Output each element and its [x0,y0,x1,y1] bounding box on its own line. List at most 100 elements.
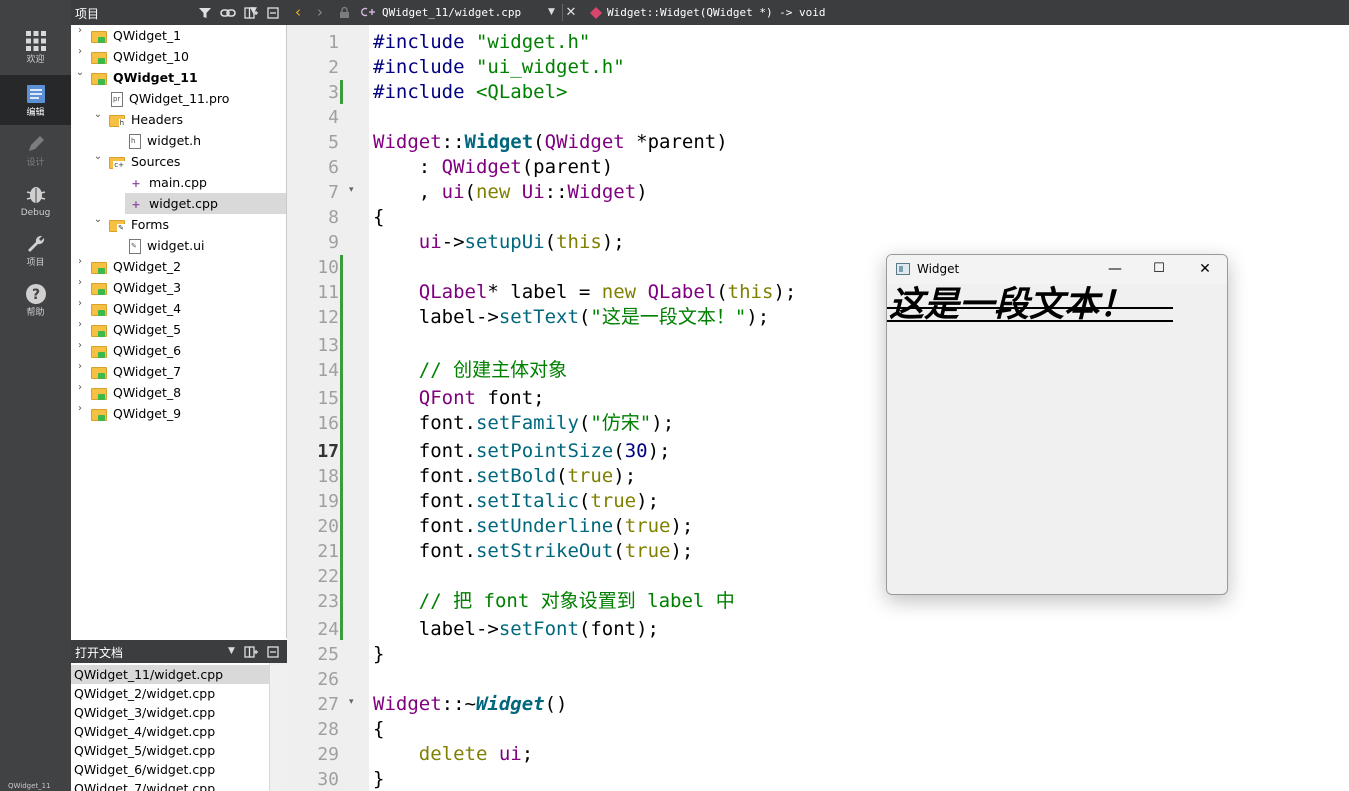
chevron-right-icon[interactable]: › [75,361,85,382]
active-project-label[interactable]: QWidget_11 [0,782,71,791]
bug-icon [26,187,45,203]
tree-item-sources[interactable]: c+ Sources [109,151,180,172]
code-line: label->setFont(font); [373,618,659,640]
chevron-down-icon[interactable]: ⌄ [93,214,103,235]
tree-item-project[interactable]: QWidget_3 [91,277,181,298]
chevron-right-icon[interactable]: › [75,319,85,340]
tree-item-active-project[interactable]: QWidget_11 [91,67,198,88]
open-document-item[interactable]: QWidget_4/widget.cpp [71,722,269,741]
tree-item-label: QWidget_9 [113,406,182,421]
chevron-right-icon[interactable]: › [75,298,85,319]
line-number: 1 [328,32,339,53]
grid-icon [25,31,46,51]
open-document-item[interactable]: QWidget_6/widget.cpp [71,760,269,779]
line-number: 16 [317,413,339,434]
chevron-down-icon[interactable]: ⌄ [75,67,85,88]
split-icon[interactable] [242,643,259,660]
open-document-item-active[interactable]: QWidget_11/widget.cpp [71,665,269,684]
mode-welcome-label: 欢迎 [26,55,45,65]
chevron-down-icon[interactable]: ⌄ [93,109,103,130]
line-number: 9 [328,232,339,253]
open-documents-header: 打开文档 ▼ [71,640,287,663]
open-document-item[interactable]: QWidget_3/widget.cpp [71,703,269,722]
open-documents-title[interactable]: 打开文档 [75,644,123,661]
open-documents-list: QWidget_11/widget.cpp QWidget_2/widget.c… [71,663,269,791]
code-line: font.setUnderline(true); [373,515,694,537]
cpp-file-icon [359,4,376,21]
chevron-right-icon[interactable]: › [75,46,85,67]
open-document-item[interactable]: QWidget_2/widget.cpp [71,684,269,703]
qt-project-icon [91,261,107,274]
collapse-icon[interactable] [264,4,281,21]
tree-item-project[interactable]: QWidget_8 [91,382,181,403]
open-document-item[interactable]: QWidget_5/widget.cpp [71,741,269,760]
tree-item-source-file-selected[interactable]: + widget.cpp [125,193,286,214]
chevron-right-icon[interactable]: › [75,340,85,361]
tree-item-project[interactable]: QWidget_6 [91,340,181,361]
mode-debug[interactable]: Debug [0,175,71,225]
project-panel-title[interactable]: 项目 [75,5,99,22]
close-icon[interactable]: ✕ [562,4,579,21]
current-file-selector[interactable]: QWidget_11/widget.cpp [382,6,521,19]
tree-item-forms[interactable]: ✎ Forms [109,214,169,235]
tree-item-project[interactable]: QWidget_5 [91,319,181,340]
close-button[interactable]: ✕ [1185,257,1225,281]
tree-item-pro-file[interactable]: pr QWidget_11.pro [111,88,229,109]
tree-item-project[interactable]: QWidget_2 [91,256,181,277]
split-icon[interactable] [242,4,259,21]
tree-item-project[interactable]: QWidget_9 [91,403,181,424]
chevron-right-icon[interactable]: › [75,382,85,403]
minimize-button[interactable]: — [1095,257,1135,281]
open-documents-scrollbar[interactable] [269,663,287,791]
chevron-right-icon[interactable]: › [75,256,85,277]
tree-item-label: QWidget_7 [113,364,182,379]
mode-design[interactable]: 设计 [0,125,71,175]
chevron-right-icon[interactable]: › [75,277,85,298]
tree-item-source-file[interactable]: + main.cpp [129,172,207,193]
line-number: 21 [317,541,339,562]
tree-item-project[interactable]: QWidget_7 [91,361,181,382]
mode-edit[interactable]: 编辑 [0,75,71,125]
lock-icon [336,4,353,21]
link-icon[interactable] [219,4,236,21]
window-titlebar[interactable]: Widget — ☐ ✕ [887,255,1227,284]
tree-item-label: Headers [131,112,184,127]
line-number: 13 [317,335,339,356]
tree-item-project[interactable]: QWidget_4 [91,298,181,319]
app-window-icon [896,263,910,275]
mode-projects[interactable]: 项目 [0,225,71,275]
line-number: 24 [317,619,339,640]
maximize-button[interactable]: ☐ [1139,257,1179,281]
tree-item-project[interactable]: QWidget_10 [91,46,189,67]
fold-marker-icon[interactable]: ▾ [349,178,354,203]
fold-marker-icon[interactable]: ▾ [349,690,354,715]
code-line: } [373,643,385,665]
tree-item-headers[interactable]: h Headers [109,109,183,130]
chevron-down-icon[interactable]: ⌄ [93,151,103,172]
chevron-down-icon[interactable]: ▼ [223,643,240,660]
tree-item-header-file[interactable]: h widget.h [129,130,201,151]
current-symbol-selector[interactable]: Widget::Widget(QWidget *) -> void [607,6,826,19]
collapse-icon[interactable] [264,643,281,660]
change-marker [340,80,343,104]
chevron-down-icon[interactable]: ▼ [543,4,560,21]
tree-item-ui-file[interactable]: ✎ widget.ui [129,235,205,256]
code-line: font.setFamily("仿宋"); [373,412,675,434]
qt-project-icon [91,51,107,64]
line-number: 6 [328,157,339,178]
line-number: 5 [328,132,339,153]
open-document-item[interactable]: QWidget_7/widget.cpp [71,779,269,791]
qt-project-icon [91,387,107,400]
qt-project-icon [91,303,107,316]
mode-help[interactable]: ? 帮助 [0,275,71,325]
code-line: QLabel* label = new QLabel(this); [418,281,797,303]
back-arrow-icon[interactable]: ‹ [295,3,301,21]
forward-arrow-icon[interactable]: › [317,3,323,21]
chevron-right-icon[interactable]: › [75,25,85,46]
mode-welcome[interactable]: 欢迎 [0,22,71,72]
tree-item-project[interactable]: QWidget_1 [91,25,181,46]
chevron-right-icon[interactable]: › [75,403,85,424]
filter-icon[interactable] [196,4,213,21]
widget-window[interactable]: Widget — ☐ ✕ 这是一段文本！ [886,254,1228,595]
line-number: 7 [328,182,339,203]
